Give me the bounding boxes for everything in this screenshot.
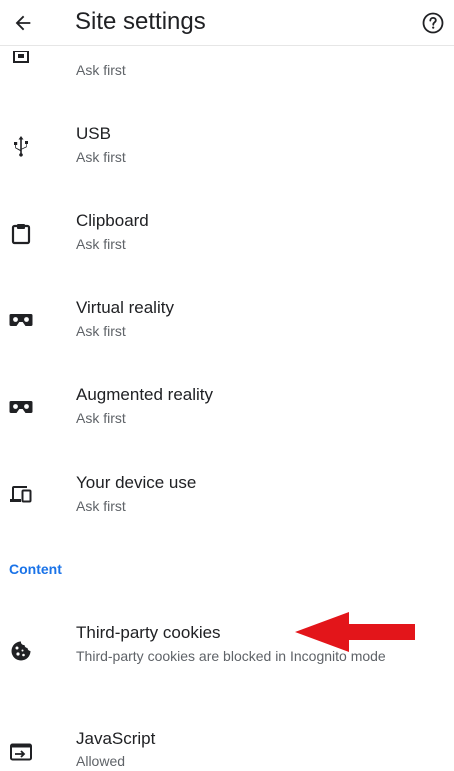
page-title: Site settings [75,8,206,35]
setting-label: USB [76,124,111,143]
partial-icon [9,46,33,70]
setting-row-clipboard[interactable]: Clipboard Ask first [0,204,454,264]
devices-icon [9,483,33,507]
setting-row-partial[interactable]: Ask first [0,46,454,86]
help-circle-icon [422,12,444,34]
vr-headset-icon [9,308,33,332]
ar-headset-icon [9,395,33,419]
setting-row-device-use[interactable]: Your device use Ask first [0,466,454,526]
setting-label: Virtual reality [76,298,174,317]
javascript-icon [9,740,33,764]
setting-row-usb[interactable]: USB Ask first [0,117,454,177]
help-button[interactable] [419,9,447,37]
setting-status: Ask first [76,410,126,426]
setting-status: Ask first [76,149,126,165]
setting-row-augmented-reality[interactable]: Augmented reality Ask first [0,378,454,438]
red-arrow-annotation [295,612,415,652]
cookie-icon [9,639,33,663]
setting-label: Third-party cookies [76,623,221,642]
setting-status: Ask first [76,498,126,514]
setting-label: Augmented reality [76,385,214,404]
setting-row-virtual-reality[interactable]: Virtual reality Ask first [0,291,454,351]
arrow-back-icon [15,15,31,31]
setting-label: Your device use [76,473,197,492]
app-bar: Site settings [0,0,454,46]
setting-status: Ask first [76,236,126,252]
setting-label: JavaScript [76,729,156,748]
section-header-content: Content [9,561,62,577]
setting-status: Ask first [76,62,126,78]
back-button[interactable] [8,8,38,38]
setting-row-javascript[interactable]: JavaScript Allowed [0,722,454,771]
setting-status: Ask first [76,323,126,339]
clipboard-icon [9,222,33,246]
setting-label: Clipboard [76,211,149,230]
usb-icon [9,134,33,158]
setting-status: Allowed [76,753,126,769]
